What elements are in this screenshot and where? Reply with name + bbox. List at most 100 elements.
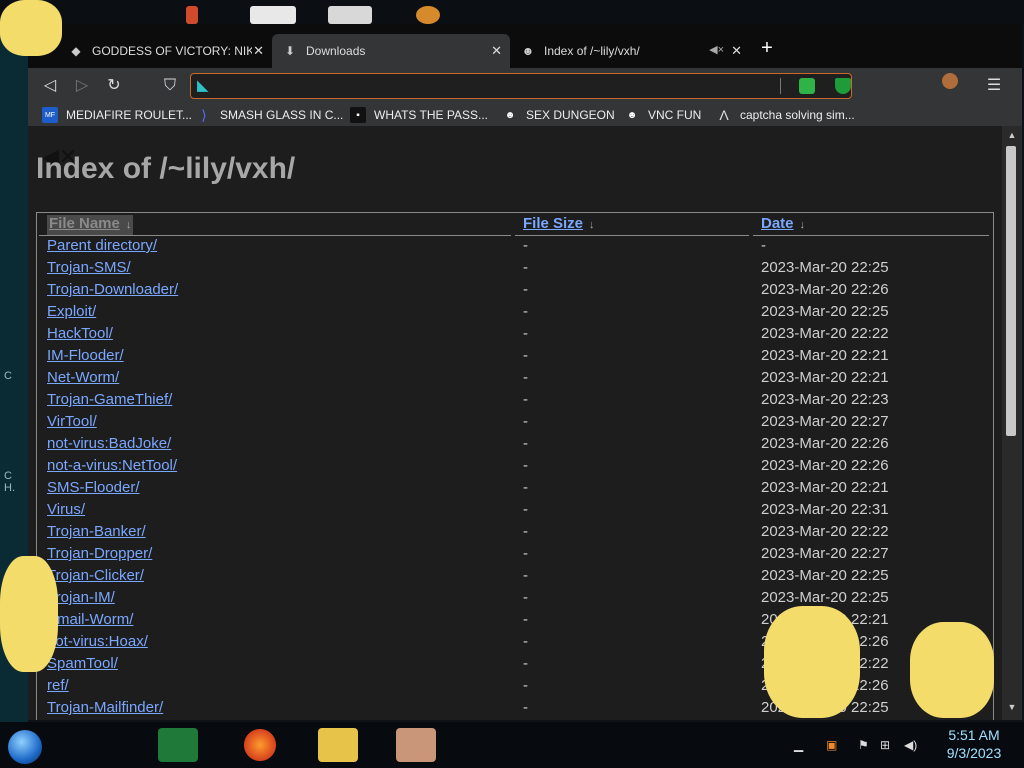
bookmark-icon[interactable]: ⛉ [160,76,180,96]
column-header-file-name[interactable]: File Name ↓ [47,215,134,235]
file-size: - [523,523,528,540]
file-size: - [523,479,528,496]
sort-by-size-link[interactable]: File Size [523,215,583,232]
volume-icon[interactable]: ◀) [904,738,917,752]
file-link[interactable]: Exploit/ [47,303,96,320]
sort-arrow-icon: ↓ [799,219,806,231]
column-header-file-size[interactable]: File Size ↓ [523,215,595,235]
clock-date: 9/3/2023 [946,745,1002,761]
bookmark-sex-dungeon[interactable]: ☻ SEX DUNGEON [502,106,615,124]
menu-icon[interactable]: ☰ [984,76,1004,96]
face-favicon-icon: ☻ [626,109,638,121]
file-link[interactable]: Trojan-GameThief/ [47,391,172,408]
file-link[interactable]: Net-Worm/ [47,369,119,386]
file-link[interactable]: ref/ [47,677,69,694]
table-row: Trojan-Dropper/ - 2023-Mar-20 22:27 [37,545,993,567]
vertical-scrollbar[interactable]: ▲ ▼ [1002,126,1022,720]
bookmark-smash-glass[interactable]: ⟩ SMASH GLASS IN C... [196,106,343,124]
file-size: - [523,369,528,386]
tray-chevron-icon[interactable]: ▁ [794,738,803,752]
file-size: - [523,237,528,254]
column-header-date[interactable]: Date ↓ [761,215,805,235]
file-explorer-icon[interactable] [318,728,358,762]
file-link[interactable]: Trojan-Mailfinder/ [47,699,163,716]
file-link[interactable]: Trojan-SMS/ [47,259,131,276]
close-tab-icon[interactable]: ✕ [731,43,742,59]
file-link[interactable]: Trojan-Banker/ [47,523,146,540]
bookmark-vnc-fun[interactable]: ☻ VNC FUN [624,106,702,124]
desktop-shortcut-icon[interactable] [416,6,440,24]
scrollbar-thumb[interactable] [1006,146,1016,436]
file-link[interactable]: not-a-virus:NetTool/ [47,457,177,474]
url-input[interactable] [223,77,767,97]
desktop-edge-text: C [4,370,12,382]
reload-icon[interactable]: ↻ [104,76,124,96]
bookmark-captcha-solving[interactable]: Λ captcha solving sim... [716,106,854,124]
tab-title: GODDESS OF VICTORY: NIKKE | Im [92,44,252,58]
file-link[interactable]: Email-Worm/ [47,611,133,628]
tab-title: Downloads [306,44,366,58]
file-link[interactable]: not-virus:Hoax/ [47,633,148,650]
start-orb-icon[interactable] [8,730,42,764]
file-link[interactable]: SpamTool/ [47,655,118,672]
back-icon[interactable]: ◁ [40,76,60,96]
table-row: Trojan-IM/-2023-Mar-20 22:25 [37,589,993,611]
file-link[interactable]: Trojan-Downloader/ [47,281,178,298]
table-row: not-virus:BadJoke/ - 2023-Mar-20 22:26 [37,435,993,457]
close-tab-icon[interactable]: ✕ [253,43,264,59]
cartoon-sticker [910,622,994,718]
file-date: 2023-Mar-20 22:21 [761,347,889,364]
close-tab-icon[interactable]: ✕ [491,43,502,59]
file-size: - [523,435,528,452]
character-app-icon[interactable] [396,728,436,762]
network-icon[interactable]: ⊞ [880,738,890,752]
desktop-shortcut-icon[interactable] [250,6,296,24]
system-clock[interactable]: 5:51 AM 9/3/2023 [934,726,1014,762]
desktop-shortcut-icon[interactable] [328,6,372,24]
tray-app-icon[interactable]: ▣ [826,738,837,752]
bookmark-mediafire-roulette[interactable]: MF MEDIAFIRE ROULET... [42,106,192,124]
speaker-muted-icon[interactable]: ◀× [709,43,724,56]
chat-app-icon[interactable] [158,728,198,762]
table-row: Trojan-Clicker/ - 2023-Mar-20 22:25 [37,567,993,589]
file-date: - [761,237,766,254]
file-date: 2023-Mar-20 22:26 [761,435,889,452]
chat-extension-icon[interactable] [799,78,815,94]
file-link[interactable]: Parent directory/ [47,237,157,254]
flag-icon[interactable]: ⚑ [858,738,869,752]
file-link[interactable]: HackTool/ [47,325,113,342]
bookmark-label: WHATS THE PASS... [374,108,489,122]
file-date: 2023-Mar-20 22:26 [761,457,889,474]
firefox-icon[interactable] [240,728,280,762]
shield-extension-icon[interactable] [835,78,851,94]
bookmark-whats-the-pass[interactable]: ▪ WHATS THE PASS... [350,106,488,124]
bookmarks-bar: MF MEDIAFIRE ROULET... ⟩ SMASH GLASS IN … [28,104,1022,126]
file-link[interactable]: Trojan-Clicker/ [47,567,144,584]
file-link[interactable]: SMS-Flooder/ [47,479,140,496]
file-link[interactable]: Virus/ [47,501,85,518]
file-link[interactable]: Trojan-Dropper/ [47,545,152,562]
scroll-down-icon[interactable]: ▼ [1006,702,1018,714]
file-link[interactable]: VirTool/ [47,413,97,430]
toolbar-divider [780,78,781,94]
tab-nikke[interactable]: ◆ GODDESS OF VICTORY: NIKKE | Im ✕ [58,34,272,68]
tab-downloads[interactable]: ⬇ Downloads ✕ [272,34,510,68]
forward-icon[interactable]: ▷ [72,76,92,96]
address-bar[interactable]: ◣ [190,73,852,99]
sort-by-name-link[interactable]: File Name [49,215,120,232]
table-row: VirTool/ - 2023-Mar-20 22:27 [37,413,993,435]
file-size: - [523,655,528,672]
desktop-shortcut-icon[interactable] [186,6,198,24]
sort-by-date-link[interactable]: Date [761,215,794,232]
file-link[interactable]: IM-Flooder/ [47,347,124,364]
file-link[interactable]: not-virus:BadJoke/ [47,435,171,452]
tab-index-lily-vxh[interactable]: ☻ Index of /~lily/vxh/ ◀× ✕ [510,34,750,68]
profile-avatar[interactable] [942,73,958,89]
tab-title: Index of /~lily/vxh/ [544,44,640,58]
file-date: 2023-Mar-20 22:25 [761,259,889,276]
new-tab-button[interactable]: + [756,38,778,60]
table-row: Trojan-Banker/ - 2023-Mar-20 22:22 [37,523,993,545]
file-date: 2023-Mar-20 22:25 [761,303,889,320]
scroll-up-icon[interactable]: ▲ [1006,130,1018,142]
file-size: - [523,281,528,298]
